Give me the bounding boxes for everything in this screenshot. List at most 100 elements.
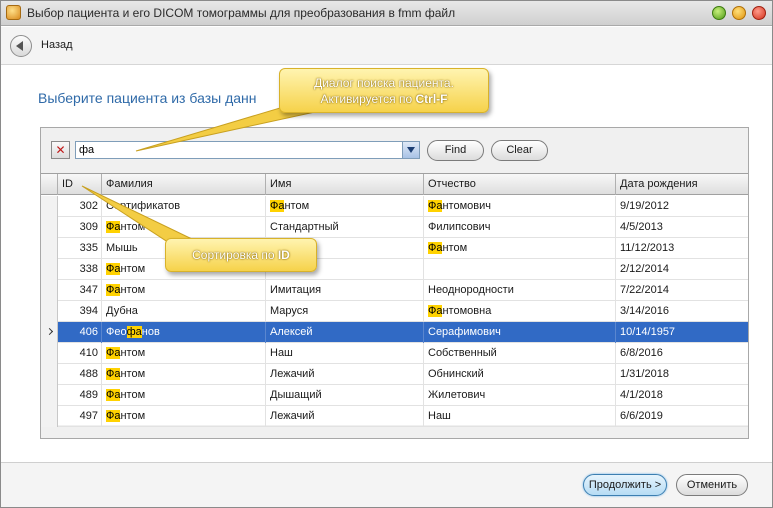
search-input[interactable] <box>76 142 402 158</box>
cell-text: нтом <box>284 200 310 212</box>
table-row[interactable]: 335 Мышь Фантом 11/12/2013 <box>41 238 748 259</box>
column-header-first-name[interactable]: Имя <box>266 174 424 195</box>
minimize-button[interactable] <box>712 6 726 20</box>
cell-last-name[interactable]: Фантом <box>102 217 266 238</box>
row-indicator[interactable] <box>41 301 58 322</box>
cancel-button[interactable]: Отменить <box>676 474 748 496</box>
clear-button[interactable]: Clear <box>491 140 548 161</box>
column-header-last-name[interactable]: Фамилия <box>102 174 266 195</box>
cell-id[interactable]: 489 <box>58 385 102 406</box>
row-indicator[interactable] <box>41 385 58 406</box>
cell-first-name[interactable]: Фантом <box>266 196 424 217</box>
cell-first-name[interactable]: Имитация <box>266 280 424 301</box>
cell-last-name[interactable]: Сертификатов <box>102 196 266 217</box>
find-button[interactable]: Find <box>427 140 484 161</box>
row-indicator[interactable] <box>41 343 58 364</box>
column-header-label: ID <box>62 178 73 190</box>
cell-id[interactable]: 309 <box>58 217 102 238</box>
table-row[interactable]: 497 Фантом Лежачий Наш 6/6/2019 <box>41 406 748 427</box>
row-indicator[interactable] <box>41 364 58 385</box>
cell-middle-name[interactable]: Филипсович <box>424 217 616 238</box>
table-row[interactable]: 309 Фантом Стандартный Филипсович 4/5/2013 <box>41 217 748 238</box>
cell-id[interactable]: 302 <box>58 196 102 217</box>
back-button-label[interactable]: Назад <box>41 39 73 51</box>
cell-birth-date[interactable]: 10/14/1957 <box>616 322 748 343</box>
cell-last-name[interactable]: Фантом <box>102 280 266 301</box>
table-row-selected[interactable]: 406 Феофанов Алексей Серафимович 10/14/1957 <box>41 322 748 343</box>
chevron-down-icon[interactable] <box>402 142 419 158</box>
table-row[interactable]: 347 Фантом Имитация Неоднородности 7/22/2014 <box>41 280 748 301</box>
cell-middle-name[interactable]: Серафимович <box>424 322 616 343</box>
cell-first-name[interactable]: Маруся <box>266 301 424 322</box>
patients-table[interactable]: ID Фамилия Имя Отчество Дата рождения 30… <box>41 173 748 427</box>
cell-last-name[interactable]: Фантом <box>102 364 266 385</box>
sort-hint-text: Сортировка по <box>192 248 278 262</box>
cell-middle-name[interactable]: Жилетович <box>424 385 616 406</box>
row-indicator[interactable] <box>41 217 58 238</box>
row-indicator[interactable] <box>41 322 58 343</box>
cell-first-name[interactable]: Дышащий <box>266 385 424 406</box>
cell-id[interactable]: 335 <box>58 238 102 259</box>
cell-first-name[interactable]: Стандартный <box>266 217 424 238</box>
cell-text: Дышащий <box>270 389 322 401</box>
cell-birth-date[interactable]: 1/31/2018 <box>616 364 748 385</box>
cell-first-name[interactable]: Алексей <box>266 322 424 343</box>
cell-middle-name[interactable]: Наш <box>424 406 616 427</box>
search-match-highlight: Фа <box>428 200 443 212</box>
row-indicator[interactable] <box>41 259 58 280</box>
cell-middle-name[interactable]: Фантомович <box>424 196 616 217</box>
cell-id[interactable]: 497 <box>58 406 102 427</box>
close-button[interactable] <box>752 6 766 20</box>
cell-middle-name[interactable]: Собственный <box>424 343 616 364</box>
table-row[interactable]: 302 Сертификатов Фантом Фантомович 9/19/2012 <box>41 196 748 217</box>
column-header-middle-name[interactable]: Отчество <box>424 174 616 195</box>
row-indicator[interactable] <box>41 406 58 427</box>
cell-first-name[interactable]: Лежачий <box>266 406 424 427</box>
cell-middle-name[interactable]: Неоднородности <box>424 280 616 301</box>
cell-last-name[interactable]: Феофанов <box>102 322 266 343</box>
search-match-highlight: Фа <box>270 200 285 212</box>
cell-middle-name[interactable]: Фантомовна <box>424 301 616 322</box>
cell-id[interactable]: 347 <box>58 280 102 301</box>
column-header-id[interactable]: ID <box>58 174 102 195</box>
table-row[interactable]: 410 Фантом Наш Собственный 6/8/2016 <box>41 343 748 364</box>
cell-birth-date[interactable]: 7/22/2014 <box>616 280 748 301</box>
cell-middle-name[interactable]: Фантом <box>424 238 616 259</box>
cell-last-name[interactable]: Дубна <box>102 301 266 322</box>
cell-middle-name[interactable]: Обнинский <box>424 364 616 385</box>
maximize-button[interactable] <box>732 6 746 20</box>
cell-last-name[interactable]: Фантом <box>102 385 266 406</box>
cell-birth-date[interactable]: 3/14/2016 <box>616 301 748 322</box>
table-header: ID Фамилия Имя Отчество Дата рождения <box>41 174 748 195</box>
row-indicator[interactable] <box>41 280 58 301</box>
cell-birth-date[interactable]: 6/8/2016 <box>616 343 748 364</box>
row-indicator[interactable] <box>41 238 58 259</box>
cell-id[interactable]: 394 <box>58 301 102 322</box>
cell-text: нтом <box>120 284 146 296</box>
cell-id[interactable]: 338 <box>58 259 102 280</box>
cell-birth-date[interactable]: 6/6/2019 <box>616 406 748 427</box>
cell-id[interactable]: 488 <box>58 364 102 385</box>
back-arrow-icon[interactable] <box>10 35 32 57</box>
cell-birth-date[interactable]: 4/1/2018 <box>616 385 748 406</box>
row-indicator[interactable] <box>41 196 58 217</box>
cell-birth-date[interactable]: 2/12/2014 <box>616 259 748 280</box>
cell-first-name[interactable]: Лежачий <box>266 364 424 385</box>
continue-button[interactable]: Продолжить > <box>583 474 667 496</box>
column-header-birth-date[interactable]: Дата рождения <box>616 174 748 195</box>
close-search-icon[interactable]: ✕ <box>51 141 70 159</box>
cell-birth-date[interactable]: 9/19/2012 <box>616 196 748 217</box>
table-row[interactable]: 394 Дубна Маруся Фантомовна 3/14/2016 <box>41 301 748 322</box>
cell-first-name[interactable]: Наш <box>266 343 424 364</box>
table-row[interactable]: 489 Фантом Дышащий Жилетович 4/1/2018 <box>41 385 748 406</box>
table-row[interactable]: 488 Фантом Лежачий Обнинский 1/31/2018 <box>41 364 748 385</box>
cell-id[interactable]: 406 <box>58 322 102 343</box>
cell-middle-name[interactable] <box>424 259 616 280</box>
cell-id[interactable]: 410 <box>58 343 102 364</box>
table-row[interactable]: 338 Фантом 2/12/2014 <box>41 259 748 280</box>
search-combobox[interactable] <box>75 141 420 159</box>
cell-last-name[interactable]: Фантом <box>102 343 266 364</box>
cell-last-name[interactable]: Фантом <box>102 406 266 427</box>
cell-birth-date[interactable]: 11/12/2013 <box>616 238 748 259</box>
cell-birth-date[interactable]: 4/5/2013 <box>616 217 748 238</box>
